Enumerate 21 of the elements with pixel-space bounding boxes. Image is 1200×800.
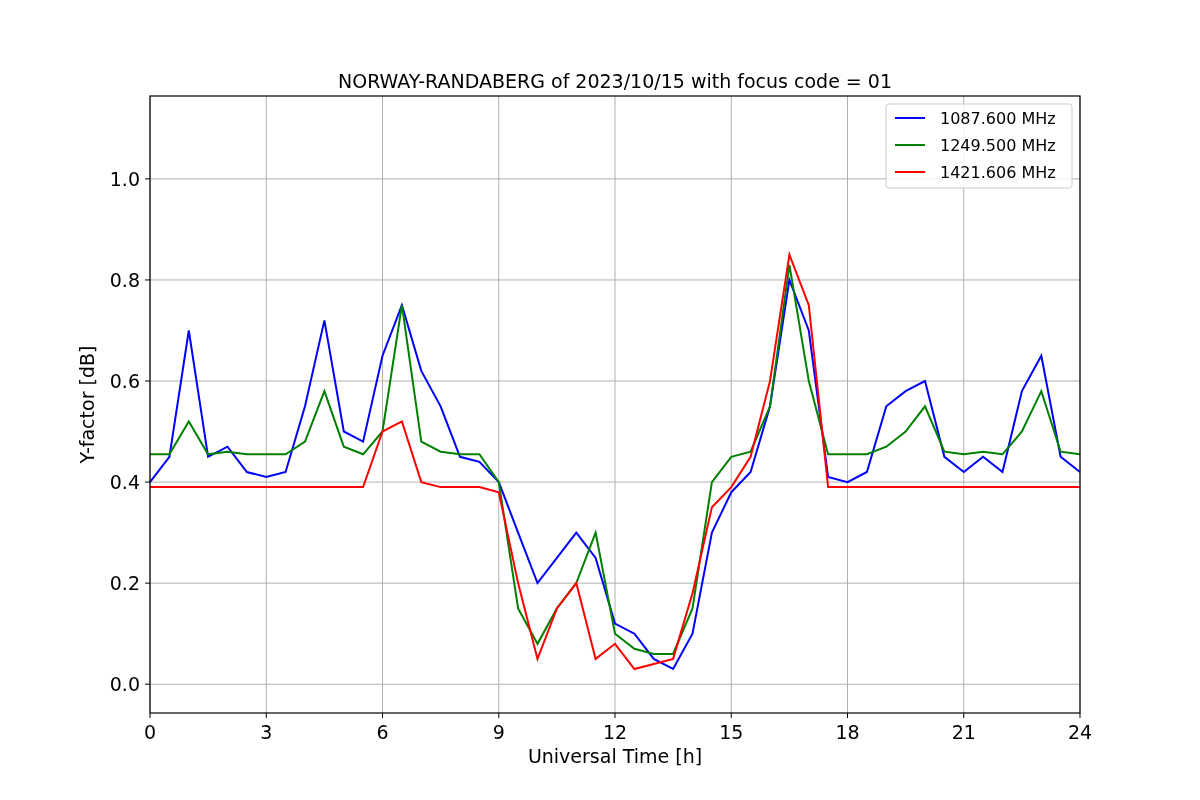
legend-label: 1087.600 MHz: [940, 109, 1056, 128]
tick-label: 3: [260, 721, 273, 743]
tick-label: 9: [492, 721, 505, 743]
tick-label: 0.0: [109, 673, 140, 696]
legend-label: 1421.606 MHz: [940, 163, 1056, 182]
tick-label: 0.6: [109, 370, 140, 392]
tick-label: 0.8: [109, 268, 140, 291]
tick-label: 0.2: [109, 572, 140, 595]
tick-label: 0.4: [109, 471, 140, 494]
tick-label: 21: [951, 721, 976, 743]
legend-label: 1249.500 MHz: [940, 136, 1056, 155]
tick-label: 0: [143, 721, 157, 743]
tick-label: 18: [835, 721, 860, 743]
tick-label: 12: [602, 721, 628, 743]
tick-label: 15: [719, 721, 744, 743]
x-axis-label: Universal Time [h]: [527, 745, 703, 767]
chart-title: NORWAY-RANDABERG of 2023/10/15 with focus code = 01: [338, 70, 892, 92]
y-axis-label: Y-factor [dB]: [76, 345, 98, 464]
tick-label: 24: [1067, 721, 1093, 743]
tick-label: 1.0: [109, 167, 140, 190]
tick-label: 6: [376, 721, 389, 743]
